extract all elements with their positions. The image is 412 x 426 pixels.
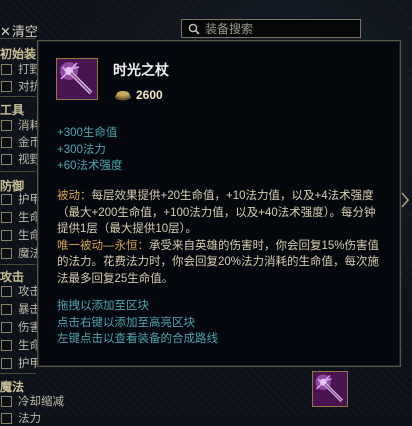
item-price: 2600 [136, 88, 163, 102]
filter-option[interactable]: 生命 [1, 210, 41, 224]
filter-option[interactable]: 伤害 [1, 320, 41, 334]
item-name: 时光之杖 [113, 62, 169, 78]
checkbox[interactable] [1, 357, 12, 369]
checkbox[interactable] [1, 211, 12, 223]
unique-passive-description: 唯一被动—永恒：承受来自英雄的伤害时，你会回复15%伤害值的法力。花费法力时，你… [57, 238, 385, 288]
checkbox[interactable] [1, 395, 12, 407]
filter-option[interactable]: 魔法 [1, 246, 41, 260]
hint-line: 点击右键以添加至高亮区块 [57, 316, 195, 329]
checkbox[interactable] [1, 193, 12, 205]
filter-option[interactable]: 打野 [1, 62, 41, 76]
checkbox[interactable] [1, 285, 12, 297]
item-tooltip: 时光之杖 2600 +300生命值 +300法力 +60法术强度 被动：每层效果… [37, 40, 401, 367]
divider [0, 171, 36, 172]
hint-line: 左键点击以查看装备的合成路线 [57, 333, 218, 345]
filter-option[interactable]: 法力 [1, 411, 41, 425]
divider [0, 264, 36, 265]
rod-of-ages-icon [56, 58, 98, 100]
rod-of-ages-item-slot[interactable] [312, 371, 348, 407]
filter-option[interactable]: 护甲 [1, 192, 41, 206]
gold-coins-icon [115, 91, 131, 101]
checkbox[interactable] [1, 229, 12, 241]
filter-option[interactable]: 金币 [1, 135, 41, 149]
search-icon [188, 23, 200, 35]
filter-option[interactable]: 护甲 [1, 356, 41, 370]
divider [0, 38, 36, 39]
passive-label: 被动： [57, 190, 92, 202]
divider [0, 373, 36, 374]
unique-passive-label: 唯一被动—永恒： [57, 239, 149, 252]
checkbox[interactable] [1, 63, 12, 75]
filter-category-title: 初始装 [0, 47, 37, 61]
checkbox[interactable] [1, 412, 12, 424]
stat-line: +60法术强度 [57, 160, 123, 172]
filter-option[interactable]: 生命 [1, 338, 41, 352]
item-stats: +300生命值 +300法力 +60法术强度 [57, 125, 123, 175]
filter-option[interactable]: 攻击 [1, 284, 41, 298]
checkbox[interactable] [1, 119, 12, 131]
close-icon: ✕ [0, 24, 11, 39]
checkbox[interactable] [1, 80, 12, 92]
checkbox[interactable] [1, 136, 12, 148]
item-hints: 拖拽以添加至区块 点击右键以添加至高亮区块 左键点击以查看装备的合成路线 [57, 298, 218, 348]
stat-line: +300生命值 [57, 127, 118, 139]
filter-option[interactable]: 生命 [1, 228, 41, 242]
checkbox[interactable] [1, 247, 12, 259]
checkbox[interactable] [1, 339, 12, 351]
clear-filters-label: 清空 [11, 24, 38, 39]
passive-description: 被动：每层效果提供+20生命值，+10法力值，以及+4法术强度（最大+200生命… [57, 188, 385, 238]
chevron-right-icon[interactable] [400, 190, 410, 210]
item-passives: 被动：每层效果提供+20生命值，+10法力值，以及+4法术强度（最大+200生命… [57, 188, 385, 287]
passive-text: 每层效果提供+20生命值，+10法力值，以及+4法术强度（最大+200生命值，+… [57, 190, 376, 235]
stat-line: +300法力 [57, 143, 106, 156]
checkbox[interactable] [1, 153, 12, 165]
search-input[interactable] [205, 21, 345, 36]
filter-option[interactable]: 对抗 [1, 79, 41, 93]
checkbox[interactable] [1, 303, 12, 315]
filter-option[interactable]: 视野 [1, 152, 41, 166]
filter-option[interactable]: 消耗 [1, 118, 41, 132]
filter-category-title: 工具 [0, 103, 25, 117]
checkbox[interactable] [1, 321, 12, 333]
item-search-box[interactable] [181, 19, 361, 38]
rod-of-ages-icon [313, 372, 347, 406]
divider [0, 96, 36, 97]
filter-option[interactable]: 暴击 [1, 302, 41, 316]
filter-option[interactable]: 冷却缩减 [1, 394, 64, 408]
hint-line: 拖拽以添加至区块 [57, 300, 149, 312]
